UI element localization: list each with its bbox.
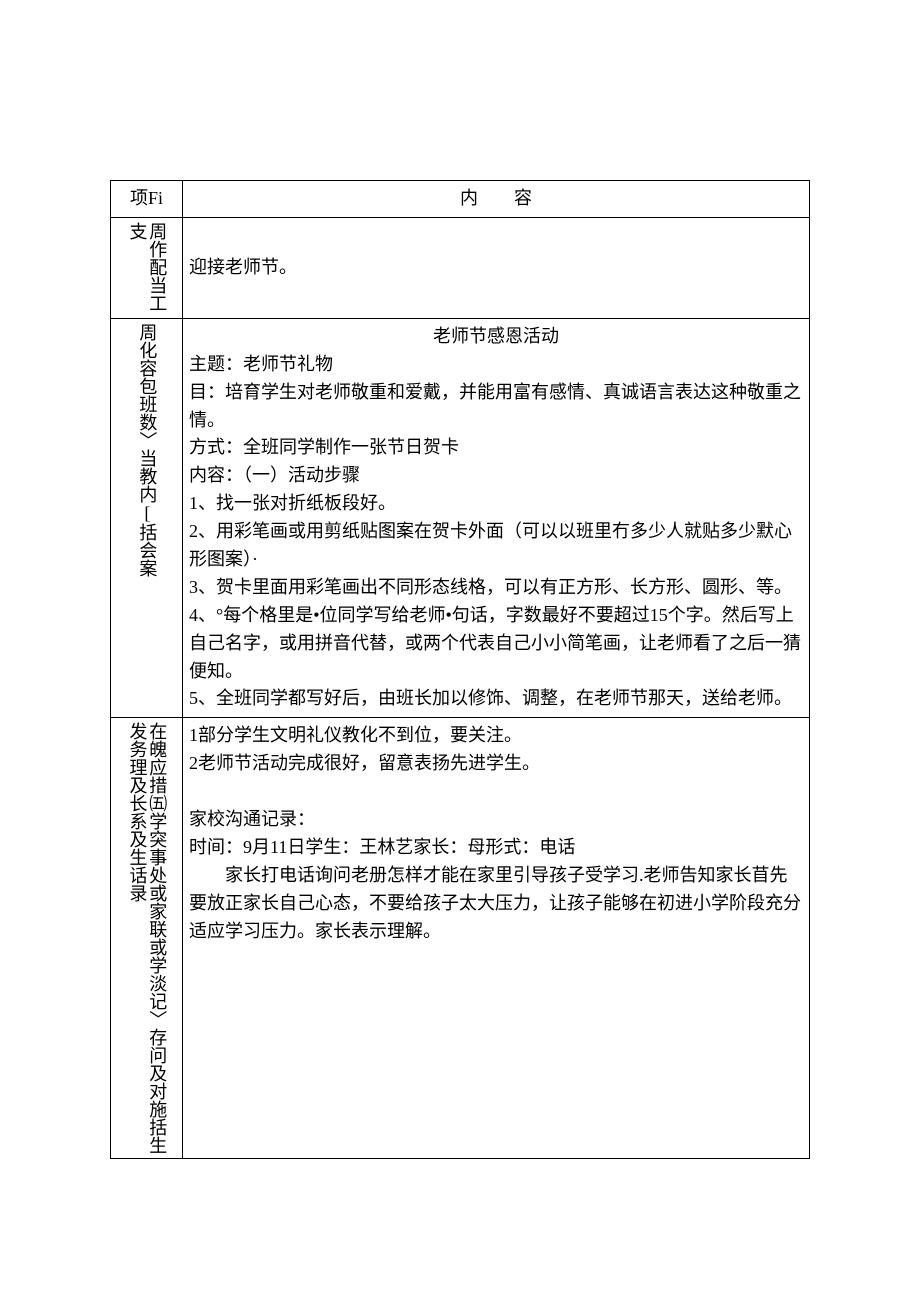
row-weekly-work: 支 周作配当工 迎接老师节。 [111, 217, 810, 318]
activity-title: 老师节感恩活动 [189, 323, 803, 351]
spacer [189, 778, 803, 806]
comm-record-body: 家长打电话询问老册怎样才能在家里引导孩子受学习.老师告知家长苜先要放正家长自己心… [189, 862, 803, 946]
activity-method: 方式：全班同学制作一张节日贺卡 [189, 434, 803, 462]
row1-content: 迎接老师节。 [189, 222, 803, 314]
row-records: 发务理及长系及生话录 在魄应措㈤学突事处或家联或学淡记〉存问及对施括生 1部分学… [111, 718, 810, 1159]
comm-record-header: 家校沟通记录： [189, 806, 803, 834]
header-row: 项Fi 内容 [111, 181, 810, 218]
activity-step-4: 4、°每个格里是•位同学写给老师•句话，字数最好不要超过15个字。然后写上自己名… [189, 602, 803, 686]
activity-step-3: 3、贺卡里面用彩笔画出不同形态线格，可以有正方形、长方形、圆形、等。 [189, 574, 803, 602]
activity-step-1: 1、找一张对折纸板段好。 [189, 490, 803, 518]
activity-theme: 主题：老师节礼物 [189, 351, 803, 379]
content-header-text: 内容 [189, 185, 803, 213]
row1-label-col2: 周作配当工 [147, 222, 167, 312]
row1-content-cell: 迎接老师节。 [183, 217, 810, 318]
row1-label-col1: 支 [127, 222, 147, 240]
row3-label-col1: 发务理及长系及生话录 [127, 722, 147, 902]
activity-goal: 目：培育学生对老师敬重和爱戴，并能用富有感情、真诚语言表达这种敬重之情。 [189, 379, 803, 435]
header-col2: 内容 [183, 181, 810, 218]
plan-table: 项Fi 内容 支 周作配当工 迎接老师节。 周化容包班数〉当教内[括会案 老师节… [110, 180, 810, 1159]
document-page: 项Fi 内容 支 周作配当工 迎接老师节。 周化容包班数〉当教内[括会案 老师节… [0, 0, 920, 1159]
row3-label: 发务理及长系及生话录 在魄应措㈤学突事处或家联或学淡记〉存问及对施括生 [111, 718, 183, 1159]
issue-line-1: 1部分学生文明礼仪教化不到位，要关注。 [189, 722, 803, 750]
row3-label-col2: 在魄应措㈤学突事处或家联或学淡记〉存问及对施括生 [147, 722, 167, 1154]
row2-label-col1: 周化容包班数〉当教内[括会案 [137, 323, 157, 577]
activity-step-5: 5、全班同学都写好后，由班长加以修饰、调整，在老师节那天，送给老师。 [189, 685, 803, 713]
row1-label: 支 周作配当工 [111, 217, 183, 318]
row2-content-cell: 老师节感恩活动 主题：老师节礼物 目：培育学生对老师敬重和爱戴，并能用富有感情、… [183, 318, 810, 717]
comm-record-meta: 时间：9月11日学生：王林艺家长：母形式：电话 [189, 834, 803, 862]
activity-step-2: 2、用彩笔画或用剪纸贴图案在贺卡外面（可以以班里冇多少人就贴多少默心形图案）· [189, 518, 803, 574]
row2-label: 周化容包班数〉当教内[括会案 [111, 318, 183, 717]
row-class-meeting: 周化容包班数〉当教内[括会案 老师节感恩活动 主题：老师节礼物 目：培育学生对老… [111, 318, 810, 717]
row3-content-cell: 1部分学生文明礼仪教化不到位，要关注。 2老师节活动完成很好，留意表扬先进学生。… [183, 718, 810, 1159]
issue-line-2: 2老师节活动完成很好，留意表扬先进学生。 [189, 750, 803, 778]
header-col1: 项Fi [111, 181, 183, 218]
activity-content-header: 内容：（一）活动步骤 [189, 462, 803, 490]
